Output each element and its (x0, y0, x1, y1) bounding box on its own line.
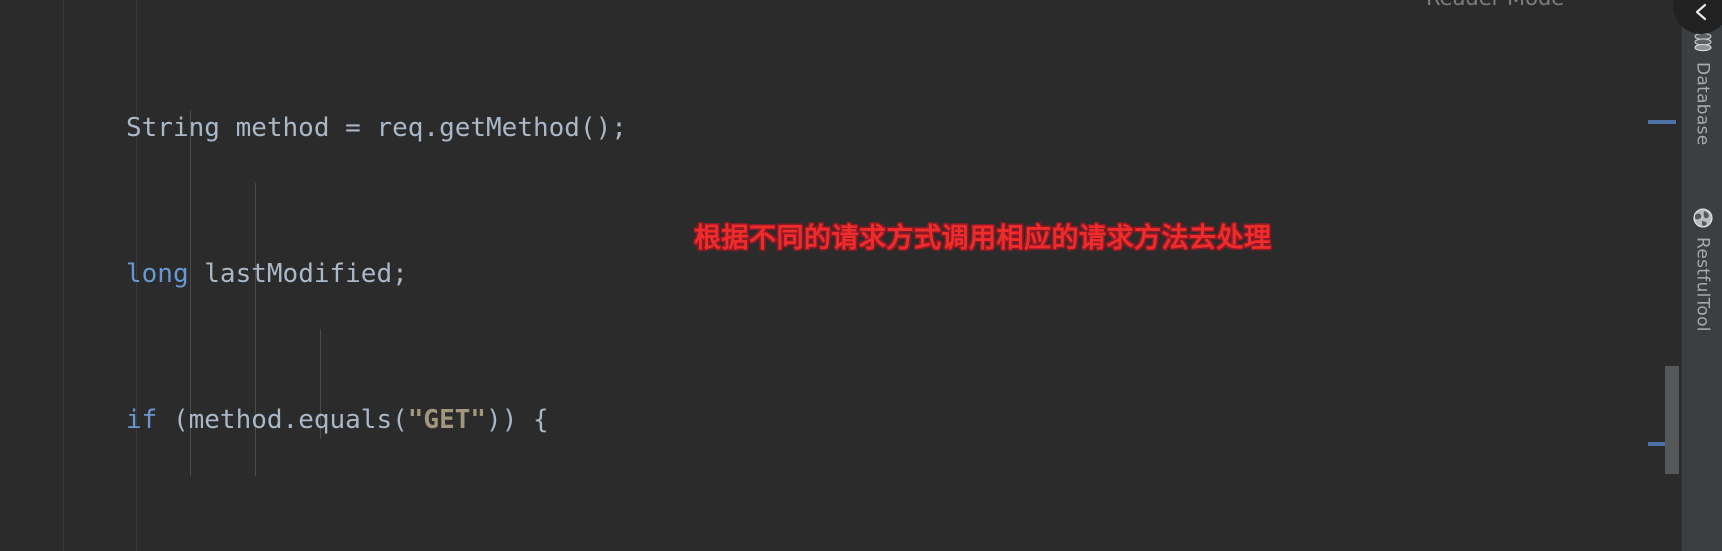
code-editor[interactable]: String method = req.getMethod(); long la… (0, 0, 1660, 551)
reader-mode-label: Reader Mode (1426, 0, 1564, 10)
gutter-divider-outer (63, 0, 64, 551)
code-line: long lastModified; (126, 256, 1206, 293)
code-token-keyword: long (126, 258, 189, 289)
annotation-text: 根据不同的请求方式调用相应的请求方法去处理 (694, 223, 1272, 254)
tool-tab-restfultool[interactable]: RestfulTool (1682, 205, 1722, 332)
code-line: lastModified = this.getLastModified(req)… (126, 548, 1206, 551)
editor-scrollbar-thumb[interactable] (1665, 366, 1679, 474)
code-line: String method = req.getMethod(); (126, 110, 1206, 147)
collapse-sidebar-button[interactable] (1673, 0, 1722, 34)
globe-icon (1690, 205, 1716, 231)
ide-window: String method = req.getMethod(); long la… (0, 0, 1722, 551)
stripe-marker[interactable] (1648, 120, 1676, 124)
code-token: String method = req.getMethod(); (126, 112, 627, 143)
code-token: )) { (486, 404, 549, 435)
chevron-left-icon (1689, 0, 1713, 23)
code-token: (method.equals( (157, 404, 408, 435)
tool-tab-label: Database (1692, 62, 1713, 146)
tool-tab-label: RestfulTool (1692, 237, 1713, 332)
code-line: if (method.equals("GET")) { (126, 402, 1206, 439)
code-text[interactable]: String method = req.getMethod(); long la… (126, 0, 1206, 551)
code-token: lastModified; (188, 258, 408, 289)
code-token-string: "GET" (407, 404, 487, 435)
right-tool-window-bar: Database RestfulTool (1673, 0, 1722, 551)
code-token-keyword: if (126, 404, 158, 435)
tool-tab-database[interactable]: Database (1682, 30, 1722, 146)
